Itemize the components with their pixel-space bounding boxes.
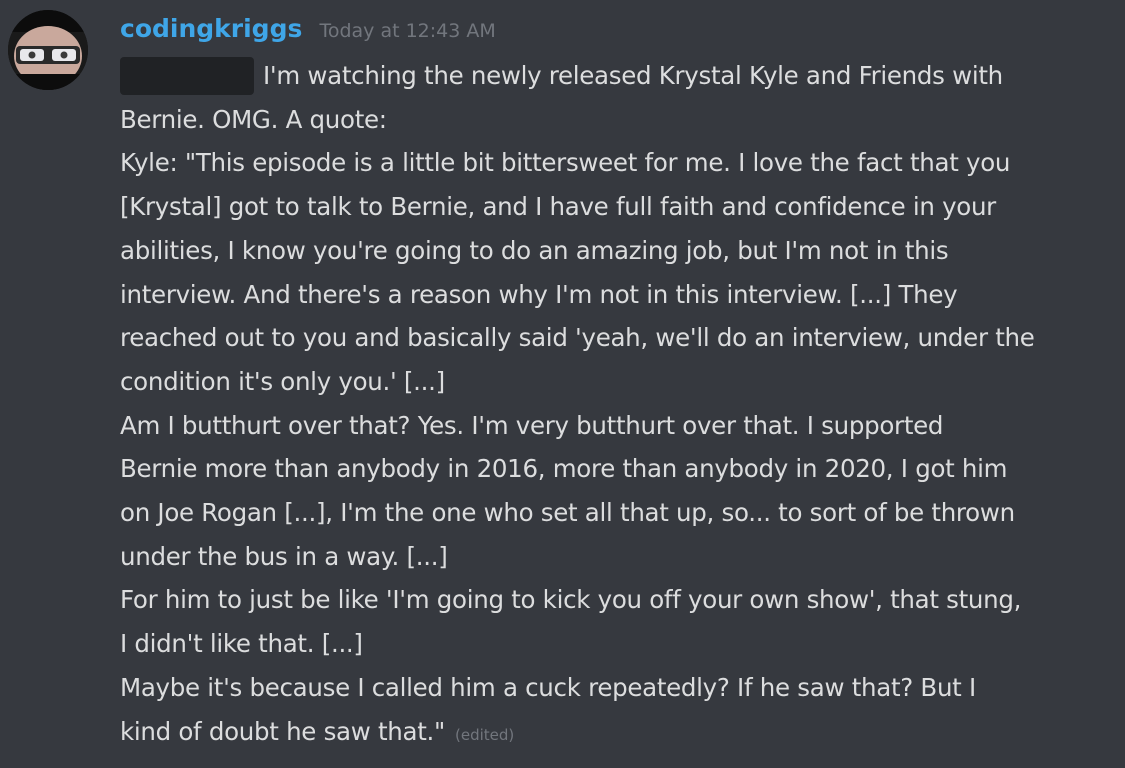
message-line: Am I butthurt over that? Yes. I'm very b… xyxy=(120,410,944,440)
message-line: For him to just be like 'I'm going to ki… xyxy=(120,585,1022,615)
message-line: interview. And there's a reason why I'm … xyxy=(120,279,958,309)
message-line: [Krystal] got to talk to Bernie, and I h… xyxy=(120,192,996,222)
message-line: Maybe it's because I called him a cuck r… xyxy=(120,672,976,702)
avatar[interactable] xyxy=(8,10,88,90)
message-line: on Joe Rogan [...], I'm the one who set … xyxy=(120,498,1015,528)
message-line: I didn't like that. [...] xyxy=(120,629,363,659)
message-header: codingkriggs Today at 12:43 AM xyxy=(120,14,496,48)
edited-label: (edited) xyxy=(454,725,515,744)
message-line: I'm watching the newly released Krystal … xyxy=(120,54,1120,98)
message-line: kind of doubt he saw that." (edited) xyxy=(120,716,515,746)
message-content: I'm watching the newly released Krystal … xyxy=(120,54,1120,757)
user-avatar-glasses-icon xyxy=(8,10,88,90)
redacted-mention xyxy=(120,57,254,95)
message-timestamp[interactable]: Today at 12:43 AM xyxy=(319,20,495,42)
message-line: Bernie more than anybody in 2016, more t… xyxy=(120,454,1008,484)
message-line: condition it's only you.' [...] xyxy=(120,366,445,396)
message-line: abilities, I know you're going to do an … xyxy=(120,235,949,265)
chat-message: codingkriggs Today at 12:43 AM I'm watch… xyxy=(0,0,1125,768)
message-line: under the bus in a way. [...] xyxy=(120,541,448,571)
message-line: reached out to you and basically said 'y… xyxy=(120,323,1035,353)
author-username[interactable]: codingkriggs xyxy=(120,14,302,43)
message-line: Bernie. OMG. A quote: xyxy=(120,104,387,134)
message-line: Kyle: "This episode is a little bit bitt… xyxy=(120,148,1011,178)
